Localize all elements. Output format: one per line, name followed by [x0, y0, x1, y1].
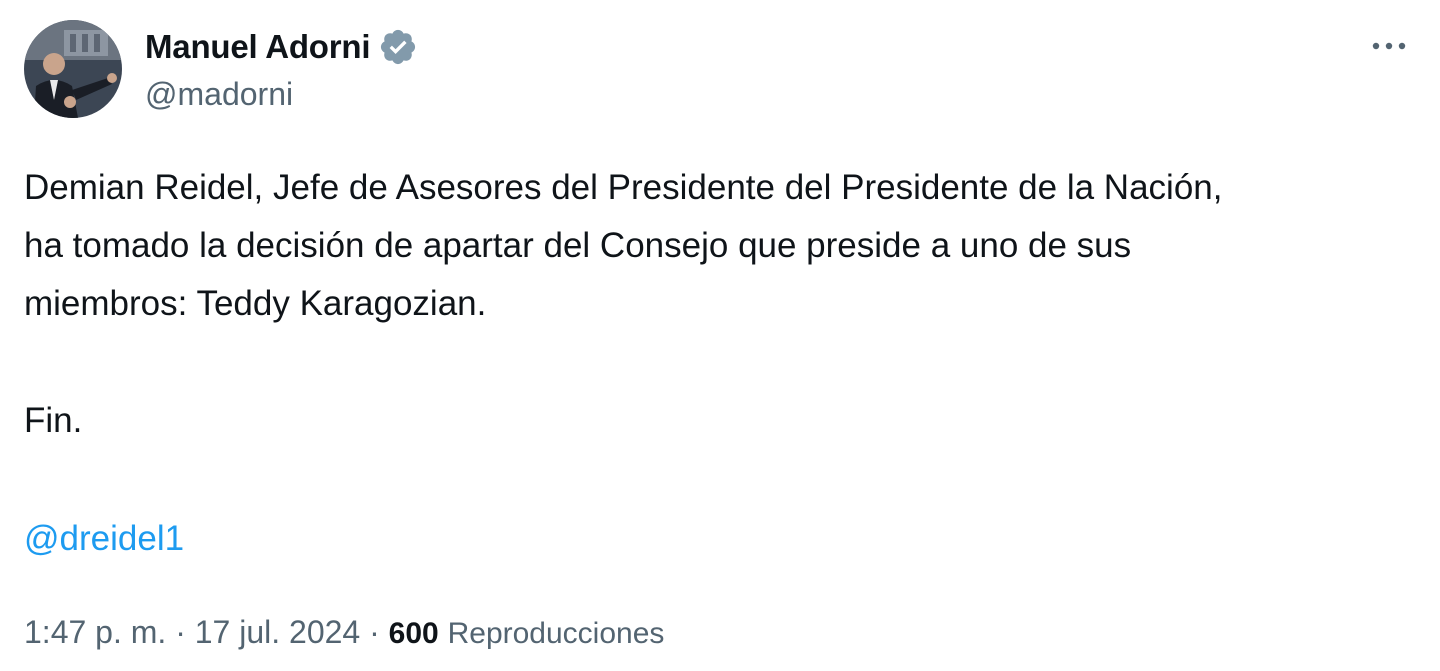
tweet-metadata: 1:47 p. m. · 17 jul. 2024 · 600 Reproduc… — [24, 608, 664, 658]
views-count[interactable]: 600 — [389, 617, 439, 650]
tweet-text-line: ha tomado la decisión de apartar del Con… — [24, 226, 1132, 265]
mention-link[interactable]: @dreidel1 — [24, 510, 184, 568]
tweet-text-line: Fin. — [24, 401, 83, 440]
meta-separator: · — [369, 614, 380, 650]
verified-badge-icon[interactable] — [378, 27, 418, 67]
tweet-time[interactable]: 1:47 p. m. — [24, 614, 166, 650]
avatar[interactable] — [24, 20, 122, 118]
user-name-row: Manuel Adorni — [145, 26, 418, 68]
author-display-name[interactable]: Manuel Adorni — [145, 28, 371, 66]
tweet-text-line: Demian Reidel, Jefe de Asesores del Pres… — [24, 168, 1223, 207]
tweet-date[interactable]: 17 jul. 2024 — [195, 614, 360, 650]
avatar-photo — [24, 20, 122, 118]
more-options-button[interactable] — [1366, 30, 1414, 62]
tweet-text-line: miembros: Teddy Karagozian. — [24, 284, 487, 323]
views-label: Reproducciones — [447, 617, 665, 650]
meta-separator: · — [175, 614, 186, 650]
author-handle[interactable]: @madorni — [145, 76, 293, 113]
more-horizontal-icon — [1372, 42, 1406, 50]
tweet-card: Manuel Adorni @madorni Demian Reidel, Je… — [0, 0, 1440, 671]
